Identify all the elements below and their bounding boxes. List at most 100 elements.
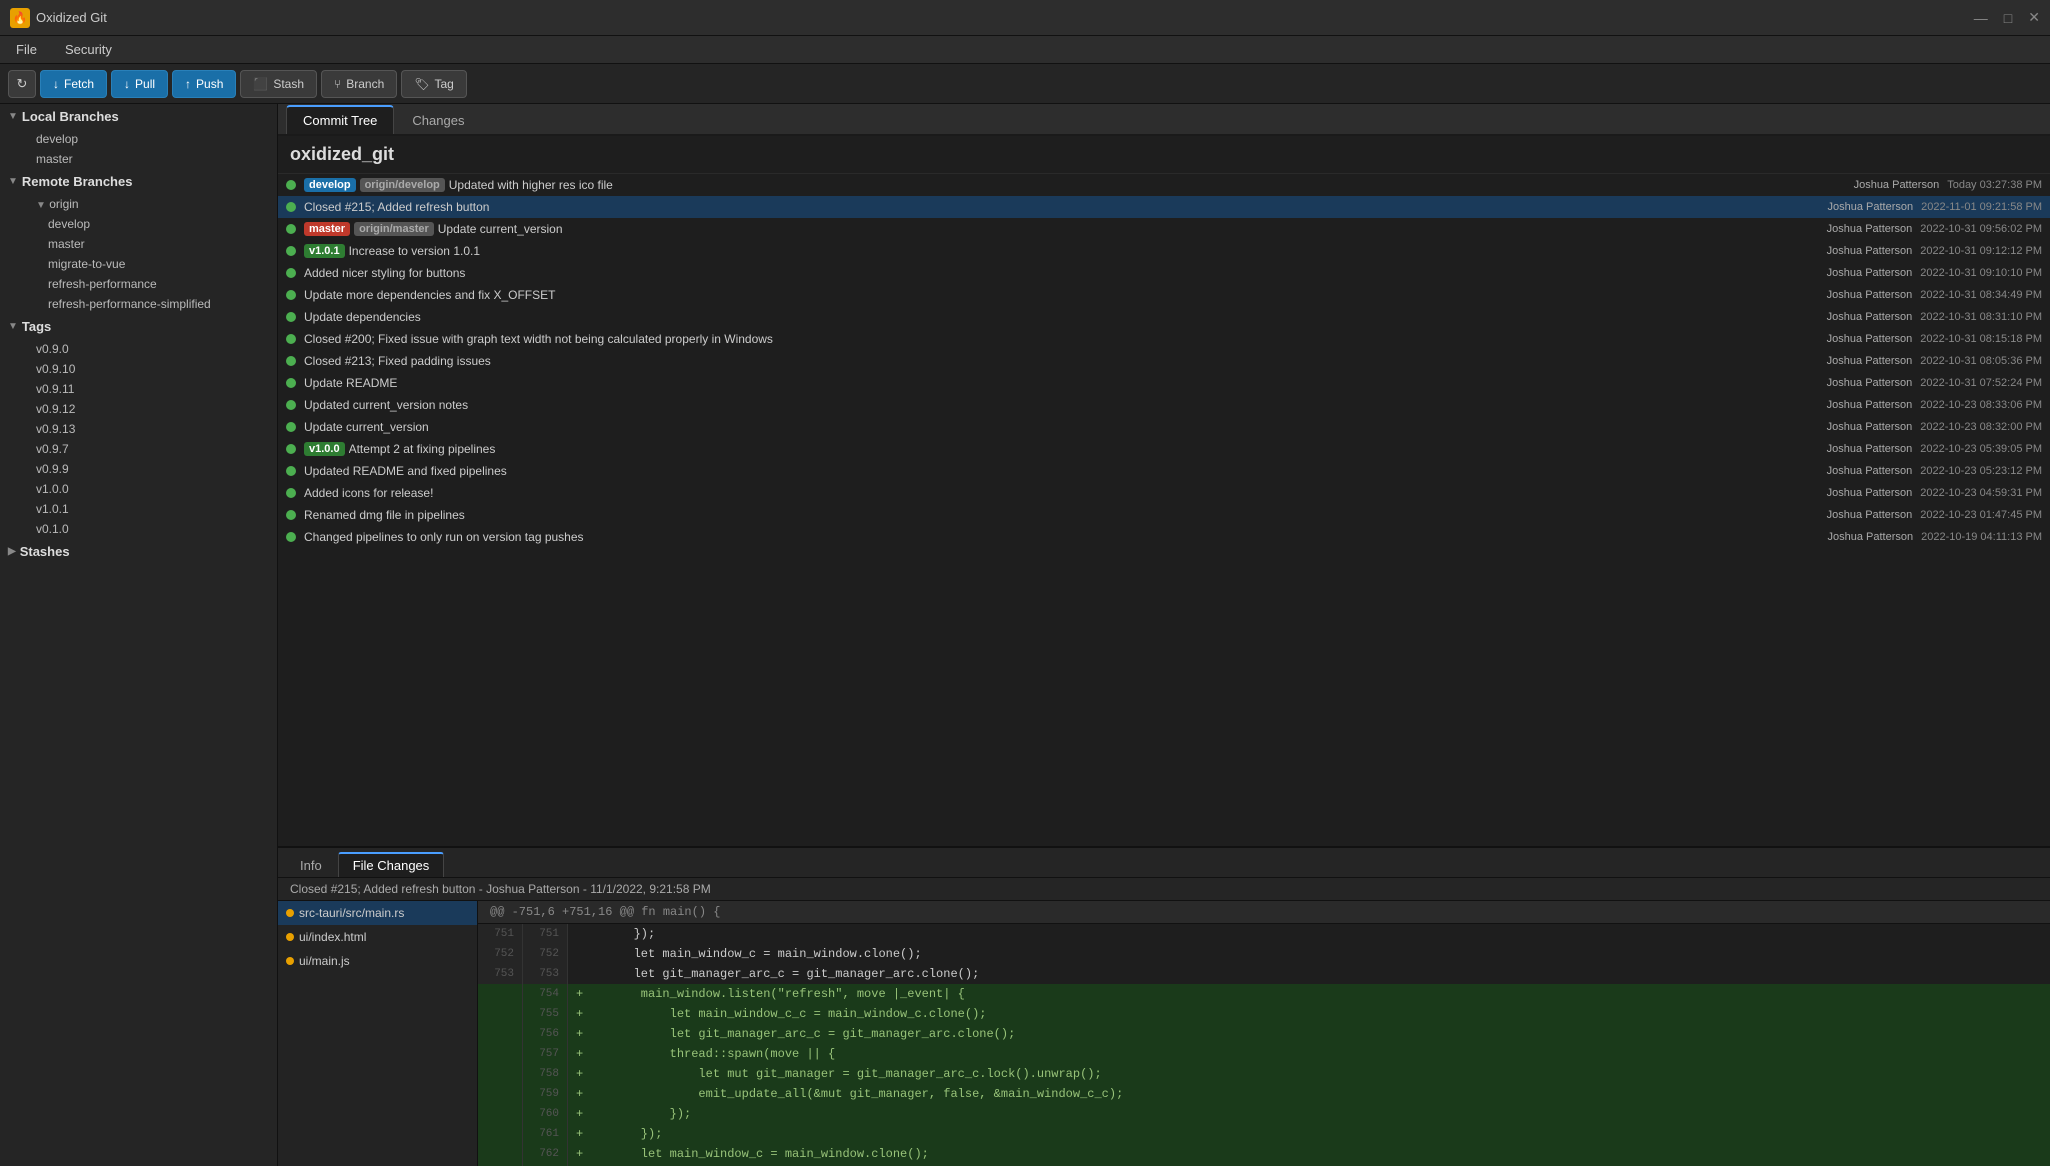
sidebar-item-master[interactable]: master [0, 149, 277, 169]
file-item[interactable]: ui/index.html [278, 925, 477, 949]
minimize-button[interactable]: — [1974, 10, 1988, 26]
file-item[interactable]: src-tauri/src/main.rs [278, 901, 477, 925]
sidebar-item-origin[interactable]: ▼ origin [0, 194, 277, 214]
file-item[interactable]: ui/main.js [278, 949, 477, 973]
bottom-tab-info[interactable]: Info [286, 854, 336, 877]
diff-line-num-old: 753 [478, 964, 523, 984]
sidebar-tag-v010[interactable]: v0.1.0 [0, 519, 277, 539]
diff-view[interactable]: @@ -751,6 +751,16 @@ fn main() { 751751 … [478, 901, 2050, 1166]
commit-message: Added nicer styling for buttons [304, 266, 1819, 280]
commit-row[interactable]: Changed pipelines to only run on version… [278, 526, 2050, 548]
tags-header[interactable]: ▼ Tags [0, 314, 277, 339]
commit-row[interactable]: Update READMEJoshua Patterson2022-10-31 … [278, 372, 2050, 394]
commit-row[interactable]: Update dependenciesJoshua Patterson2022-… [278, 306, 2050, 328]
pull-label: Pull [135, 77, 155, 91]
commit-meta: Joshua Patterson2022-10-31 09:10:10 PM [1827, 267, 2042, 279]
diff-line-num-old [478, 1064, 523, 1084]
commit-meta: Joshua Patterson2022-10-23 04:59:31 PM [1827, 487, 2042, 499]
sidebar-item-origin-migrate[interactable]: migrate-to-vue [0, 254, 277, 274]
diff-line-num-new: 758 [523, 1064, 568, 1084]
remote-branches-header[interactable]: ▼ Remote Branches [0, 169, 277, 194]
commit-row[interactable]: masterorigin/masterUpdate current_versio… [278, 218, 2050, 240]
stash-button[interactable]: ⬛ Stash [240, 70, 317, 98]
remote-branches-label: Remote Branches [22, 174, 133, 189]
diff-line-num-new: 753 [523, 964, 568, 984]
sidebar-tag-v0913[interactable]: v0.9.13 [0, 419, 277, 439]
commit-dot [286, 444, 296, 454]
sidebar-tag-v090[interactable]: v0.9.0 [0, 339, 277, 359]
menu-security[interactable]: Security [59, 40, 118, 59]
commit-row[interactable]: v1.0.0Attempt 2 at fixing pipelinesJoshu… [278, 438, 2050, 460]
commit-row[interactable]: Update more dependencies and fix X_OFFSE… [278, 284, 2050, 306]
commit-tree-area: Commit Tree Changes oxidized_git develop… [278, 104, 2050, 846]
tag-label: Tag [435, 77, 454, 91]
tabs-bar: Commit Tree Changes [278, 104, 2050, 136]
commit-info-bar: Closed #215; Added refresh button - Josh… [278, 878, 2050, 901]
stashes-header[interactable]: ▶ Stashes [0, 539, 277, 564]
sidebar-tag-v0912[interactable]: v0.9.12 [0, 399, 277, 419]
sidebar-tag-v0911[interactable]: v0.9.11 [0, 379, 277, 399]
menu-bar: File Security [0, 36, 2050, 64]
commit-row[interactable]: Renamed dmg file in pipelinesJoshua Patt… [278, 504, 2050, 526]
diff-line-num-new: 760 [523, 1104, 568, 1124]
sidebar-tag-v097[interactable]: v0.9.7 [0, 439, 277, 459]
push-icon: ↑ [185, 77, 191, 91]
sidebar-tag-v100[interactable]: v1.0.0 [0, 479, 277, 499]
diff-line-num-new: 756 [523, 1024, 568, 1044]
local-branches-label: Local Branches [22, 109, 119, 124]
local-branches-arrow: ▼ [8, 111, 18, 122]
sidebar-tag-v101[interactable]: v1.0.1 [0, 499, 277, 519]
sidebar-item-develop[interactable]: develop [0, 129, 277, 149]
commit-meta: Joshua Patterson2022-10-31 07:52:24 PM [1827, 377, 2042, 389]
tab-changes[interactable]: Changes [396, 107, 480, 134]
commit-list[interactable]: developorigin/developUpdated with higher… [278, 174, 2050, 846]
diff-line-content: + }); [568, 1124, 2050, 1144]
commit-row[interactable]: developorigin/developUpdated with higher… [278, 174, 2050, 196]
tag-icon: 🏷 [414, 77, 429, 91]
commit-dot [286, 510, 296, 520]
menu-file[interactable]: File [10, 40, 43, 59]
window-controls[interactable]: — □ ✕ [1974, 9, 2040, 26]
local-branches-header[interactable]: ▼ Local Branches [0, 104, 277, 129]
diff-line-num-new: 754 [523, 984, 568, 1004]
commit-message: Attempt 2 at fixing pipelines [349, 442, 1819, 456]
commit-row[interactable]: Closed #215; Added refresh buttonJoshua … [278, 196, 2050, 218]
sidebar-tag-v0910[interactable]: v0.9.10 [0, 359, 277, 379]
sidebar-item-origin-develop[interactable]: develop [0, 214, 277, 234]
bottom-tab-file-changes[interactable]: File Changes [338, 852, 445, 877]
diff-line-content: }); [568, 924, 2050, 944]
commit-row[interactable]: Added icons for release!Joshua Patterson… [278, 482, 2050, 504]
branch-button[interactable]: ⑂ Branch [321, 70, 397, 98]
commit-row[interactable]: Added nicer styling for buttons Joshua Pa… [278, 262, 2050, 284]
tab-commit-tree[interactable]: Commit Tree [286, 105, 394, 134]
commit-dot [286, 312, 296, 322]
diff-line-content: let main_window_c = main_window.clone(); [568, 944, 2050, 964]
push-button[interactable]: ↑ Push [172, 70, 236, 98]
diff-line-num-old [478, 1124, 523, 1144]
commit-row[interactable]: Update current_versionJoshua Patterson20… [278, 416, 2050, 438]
maximize-button[interactable]: □ [2004, 10, 2012, 26]
commit-row[interactable]: Closed #213; Fixed padding issuesJoshua … [278, 350, 2050, 372]
sidebar-item-origin-refresh-perf[interactable]: refresh-performance [0, 274, 277, 294]
close-button[interactable]: ✕ [2028, 9, 2040, 26]
file-list[interactable]: src-tauri/src/main.rsui/index.htmlui/mai… [278, 901, 478, 1166]
refresh-button[interactable]: ↻ [8, 70, 36, 98]
pull-icon: ↓ [124, 77, 130, 91]
commit-dot [286, 422, 296, 432]
bottom-tabs: Info File Changes [278, 848, 2050, 878]
commit-dot [286, 466, 296, 476]
commit-row[interactable]: v1.0.1Increase to version 1.0.1Joshua Pa… [278, 240, 2050, 262]
commit-dot [286, 268, 296, 278]
pull-button[interactable]: ↓ Pull [111, 70, 168, 98]
sidebar-tag-v099[interactable]: v0.9.9 [0, 459, 277, 479]
sidebar-item-origin-master[interactable]: master [0, 234, 277, 254]
commit-row[interactable]: Updated current_version notesJoshua Patt… [278, 394, 2050, 416]
fetch-button[interactable]: ↓ Fetch [40, 70, 107, 98]
commit-row[interactable]: Updated README and fixed pipelinesJoshua… [278, 460, 2050, 482]
tag-button[interactable]: 🏷 Tag [401, 70, 467, 98]
remote-branches-arrow: ▼ [8, 176, 18, 187]
sidebar-item-origin-refresh-perf-simplified[interactable]: refresh-performance-simplified [0, 294, 277, 314]
commit-row[interactable]: Closed #200; Fixed issue with graph text… [278, 328, 2050, 350]
commit-dot [286, 488, 296, 498]
commit-message: Update current_version [438, 222, 1819, 236]
